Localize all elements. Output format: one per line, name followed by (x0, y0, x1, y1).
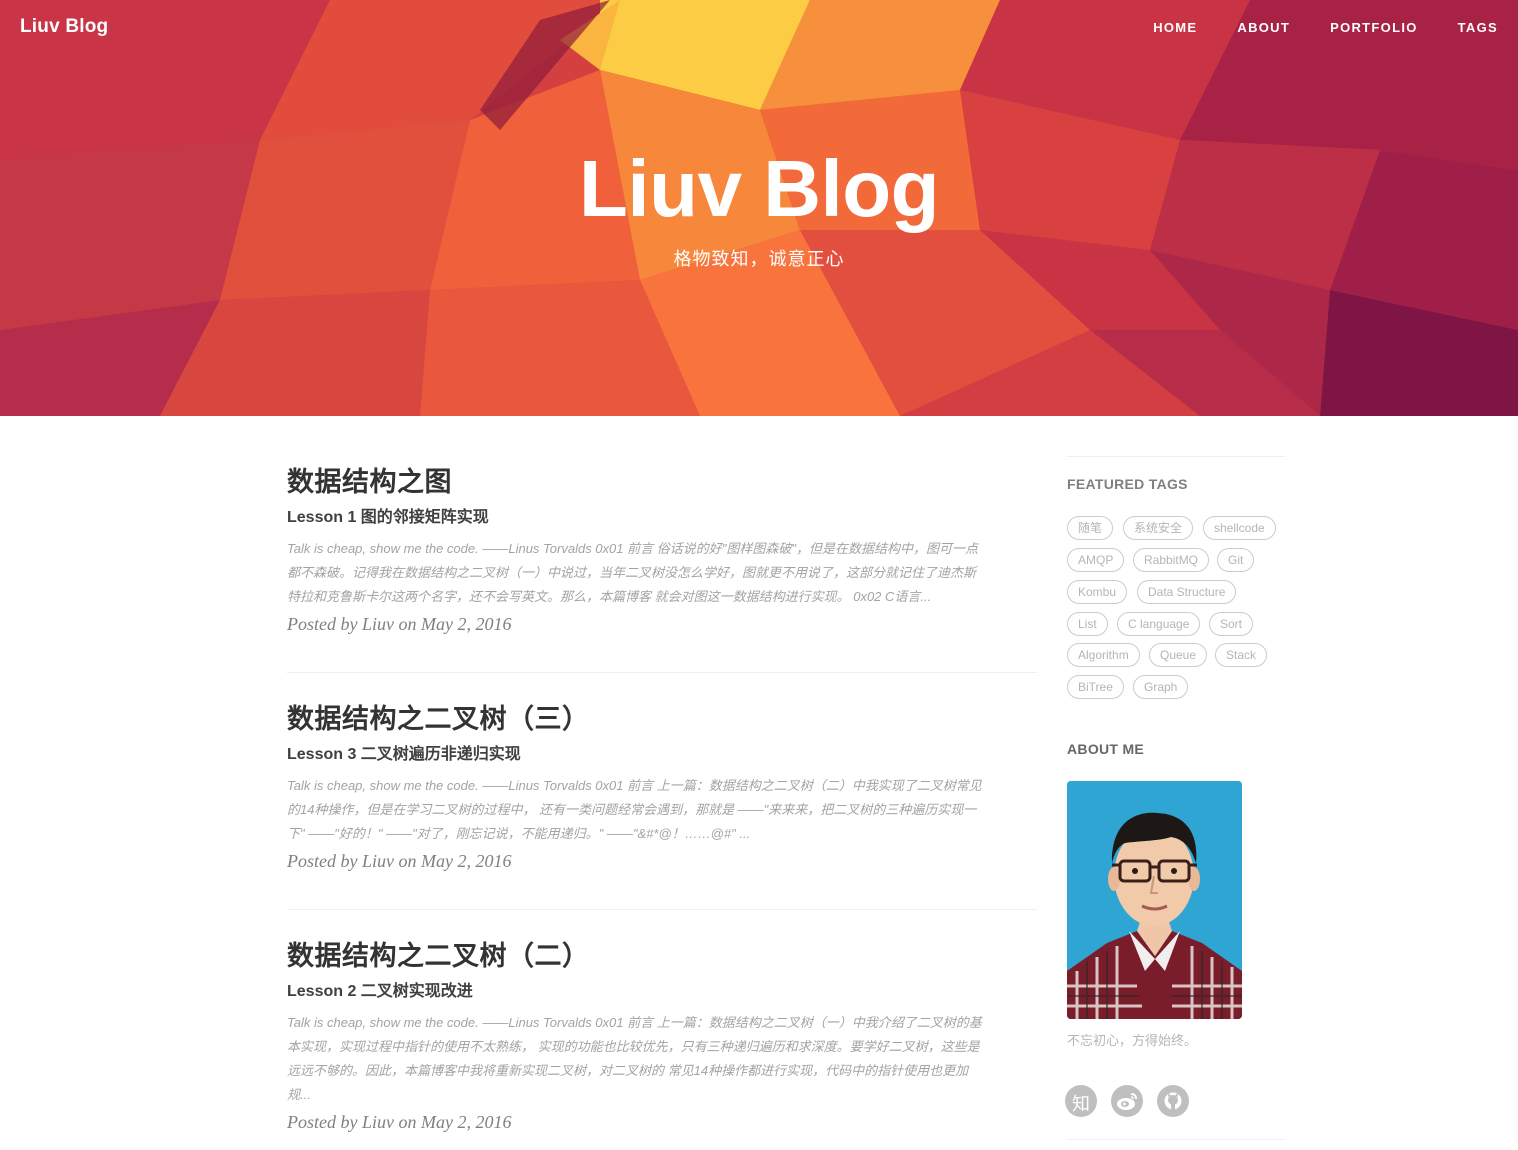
tag-link[interactable]: Data Structure (1137, 580, 1237, 604)
post-excerpt-line: Talk is cheap, show me the code. ——Linus… (287, 541, 978, 556)
post-meta: Posted by Liuv on May 2, 2016 (287, 1112, 512, 1132)
post-subtitle[interactable]: Lesson 2 二叉树实现改进 (287, 982, 1037, 1002)
nav-about[interactable]: ABOUT (1237, 20, 1290, 35)
post-meta: Posted by Liuv on May 2, 2016 (287, 851, 512, 871)
sidebar: FEATURED TAGS 随笔 系统安全 shellcode AMQP Rab… (1065, 456, 1285, 1140)
tag-link[interactable]: Queue (1149, 643, 1208, 667)
post-excerpt-line: 本实现，实现过程中指针的使用不太熟练， 实现的功能也比较优先，只有三种递归遍历和… (287, 1039, 980, 1054)
post-excerpt: Talk is cheap, show me the code. ——Linus… (287, 537, 1037, 609)
tag-link[interactable]: RabbitMQ (1133, 548, 1210, 572)
post-list: 数据结构之图 Lesson 1 图的邻接矩阵实现 Talk is cheap, … (287, 416, 1037, 1150)
nav-portfolio[interactable]: PORTFOLIO (1330, 20, 1418, 35)
post-preview[interactable]: 数据结构之二叉树（三） Lesson 3 二叉树遍历非递归实现 Talk is … (287, 673, 1037, 910)
post-excerpt-line: 规... (287, 1087, 311, 1102)
about-me-heading: ABOUT ME (1067, 741, 1145, 757)
post-excerpt-line: 下" ——"好的！" ——"对了，刚忘记说，不能用递归。" ——"&#*@！……… (287, 826, 751, 841)
tag-link[interactable]: Algorithm (1067, 643, 1140, 667)
tag-link[interactable]: Kombu (1067, 580, 1128, 604)
post-preview[interactable]: 数据结构之图 Lesson 1 图的邻接矩阵实现 Talk is cheap, … (287, 416, 1037, 673)
about-motto: 不忘初心，方得始终。 (1067, 1033, 1198, 1048)
hero-subtitle: 格物致知，诚意正心 (673, 249, 845, 269)
tag-link[interactable]: AMQP (1067, 548, 1125, 572)
post-title[interactable]: 数据结构之二叉树（二） (287, 940, 1037, 972)
post-excerpt-line: Talk is cheap, show me the code. ——Linus… (287, 1015, 982, 1030)
hero-title: Liuv Blog (579, 144, 939, 233)
weibo-glyph (1117, 1093, 1137, 1110)
post-excerpt-line: 都不森破。记得我在数据结构之二叉树（一）中说过，当年二叉树没怎么学好，图就更不用… (287, 565, 977, 580)
nav-home[interactable]: HOME (1153, 20, 1197, 35)
tag-link[interactable]: BiTree (1067, 675, 1124, 699)
post-excerpt-line: 远远不够的。因此，本篇博客中我将重新实现二叉树，对二叉树的 常见14种操作都进行… (287, 1063, 969, 1078)
zhihu-icon[interactable]: 知 (1065, 1085, 1097, 1117)
tag-link[interactable]: Git (1217, 548, 1255, 572)
social-links: 知 (1065, 1085, 1203, 1117)
post-subtitle[interactable]: Lesson 3 二叉树遍历非递归实现 (287, 745, 1037, 765)
tag-link[interactable]: shellcode (1203, 516, 1276, 540)
post-title[interactable]: 数据结构之二叉树（三） (287, 703, 1037, 735)
post-meta: Posted by Liuv on May 2, 2016 (287, 614, 512, 634)
weibo-icon[interactable] (1111, 1085, 1143, 1117)
tag-link[interactable]: C language (1117, 612, 1201, 636)
post-title[interactable]: 数据结构之图 (287, 466, 1037, 498)
post-excerpt-line: 的14种操作，但是在学习二叉树的过程中， 还有一类问题经常会遇到，那就是 ——"… (287, 802, 977, 817)
post-excerpt: Talk is cheap, show me the code. ——Linus… (287, 1011, 1037, 1107)
tag-link[interactable]: Graph (1133, 675, 1189, 699)
featured-tags-heading: FEATURED TAGS (1067, 476, 1188, 492)
tag-link[interactable]: 系统安全 (1123, 516, 1194, 540)
tag-link[interactable]: 随笔 (1067, 516, 1114, 540)
tag-link[interactable]: Sort (1209, 612, 1254, 636)
site-header: Liuv Blog HOME ABOUT PORTFOLIO TAGS Liuv… (0, 0, 1518, 416)
tag-link[interactable]: Stack (1215, 643, 1268, 667)
divider (1067, 456, 1285, 457)
avatar (1067, 781, 1242, 1019)
top-nav: HOME ABOUT PORTFOLIO TAGS (1113, 20, 1498, 35)
post-excerpt-line: 特拉和克鲁斯卡尔这两个名字，还不会写英文。那么，本篇博客 就会对图这一数据结构进… (287, 589, 932, 604)
github-glyph (1164, 1092, 1182, 1110)
portrait-image (1067, 781, 1242, 1019)
nav-tags[interactable]: TAGS (1458, 20, 1498, 35)
post-subtitle[interactable]: Lesson 1 图的邻接矩阵实现 (287, 508, 1037, 528)
tag-link[interactable]: List (1067, 612, 1108, 636)
zhihu-label: 知 (1072, 1094, 1090, 1115)
brand-link[interactable]: Liuv Blog (20, 16, 108, 38)
post-excerpt: Talk is cheap, show me the code. ——Linus… (287, 774, 1037, 846)
github-icon[interactable] (1157, 1085, 1189, 1117)
divider (1067, 1139, 1285, 1140)
post-preview[interactable]: 数据结构之二叉树（二） Lesson 2 二叉树实现改进 Talk is che… (287, 910, 1037, 1150)
post-excerpt-line: Talk is cheap, show me the code. ——Linus… (287, 778, 982, 793)
